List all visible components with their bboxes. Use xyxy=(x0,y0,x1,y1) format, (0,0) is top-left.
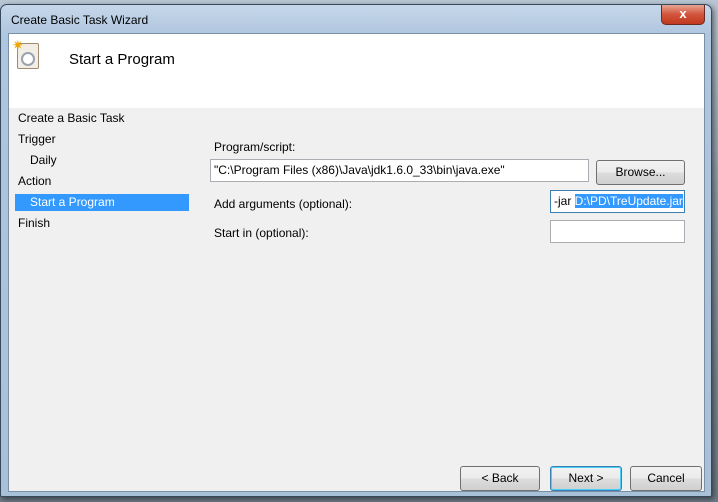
task-clock-icon: ✷ xyxy=(12,37,39,69)
arguments-label: Add arguments (optional): xyxy=(214,197,353,211)
wizard-header: ✷ Start a Program xyxy=(9,34,704,108)
back-button[interactable]: < Back xyxy=(460,466,540,491)
browse-button[interactable]: Browse... xyxy=(596,160,685,185)
program-label: Program/script: xyxy=(214,140,296,154)
step-start-a-program[interactable]: Start a Program xyxy=(15,194,189,211)
program-script-input[interactable]: "C:\Program Files (x86)\Java\jdk1.6.0_33… xyxy=(210,159,589,182)
step-daily[interactable]: Daily xyxy=(30,152,57,169)
client-area: ✷ Start a Program Create a Basic Task Tr… xyxy=(8,33,705,492)
step-action[interactable]: Action xyxy=(18,173,51,190)
arguments-selected-text: D:\PD\TreUpdate.jar xyxy=(574,194,683,208)
start-in-label: Start in (optional): xyxy=(214,226,309,240)
wizard-steps: Create a Basic Task Trigger Daily Action… xyxy=(9,108,196,491)
page-title: Start a Program xyxy=(69,51,175,68)
start-in-input[interactable] xyxy=(550,220,685,243)
step-finish[interactable]: Finish xyxy=(18,215,50,232)
window-title: Create Basic Task Wizard xyxy=(11,13,149,27)
arguments-text: -jar xyxy=(554,194,575,208)
wizard-window: Create Basic Task Wizard x ✷ Start a Pro… xyxy=(0,4,712,497)
arguments-input[interactable]: -jar D:\PD\TreUpdate.jar xyxy=(550,190,685,213)
close-button[interactable]: x xyxy=(661,5,705,25)
cancel-button[interactable]: Cancel xyxy=(630,466,702,491)
step-trigger[interactable]: Trigger xyxy=(18,131,56,148)
step-create-basic-task[interactable]: Create a Basic Task xyxy=(18,110,125,127)
next-button[interactable]: Next > xyxy=(550,466,622,491)
